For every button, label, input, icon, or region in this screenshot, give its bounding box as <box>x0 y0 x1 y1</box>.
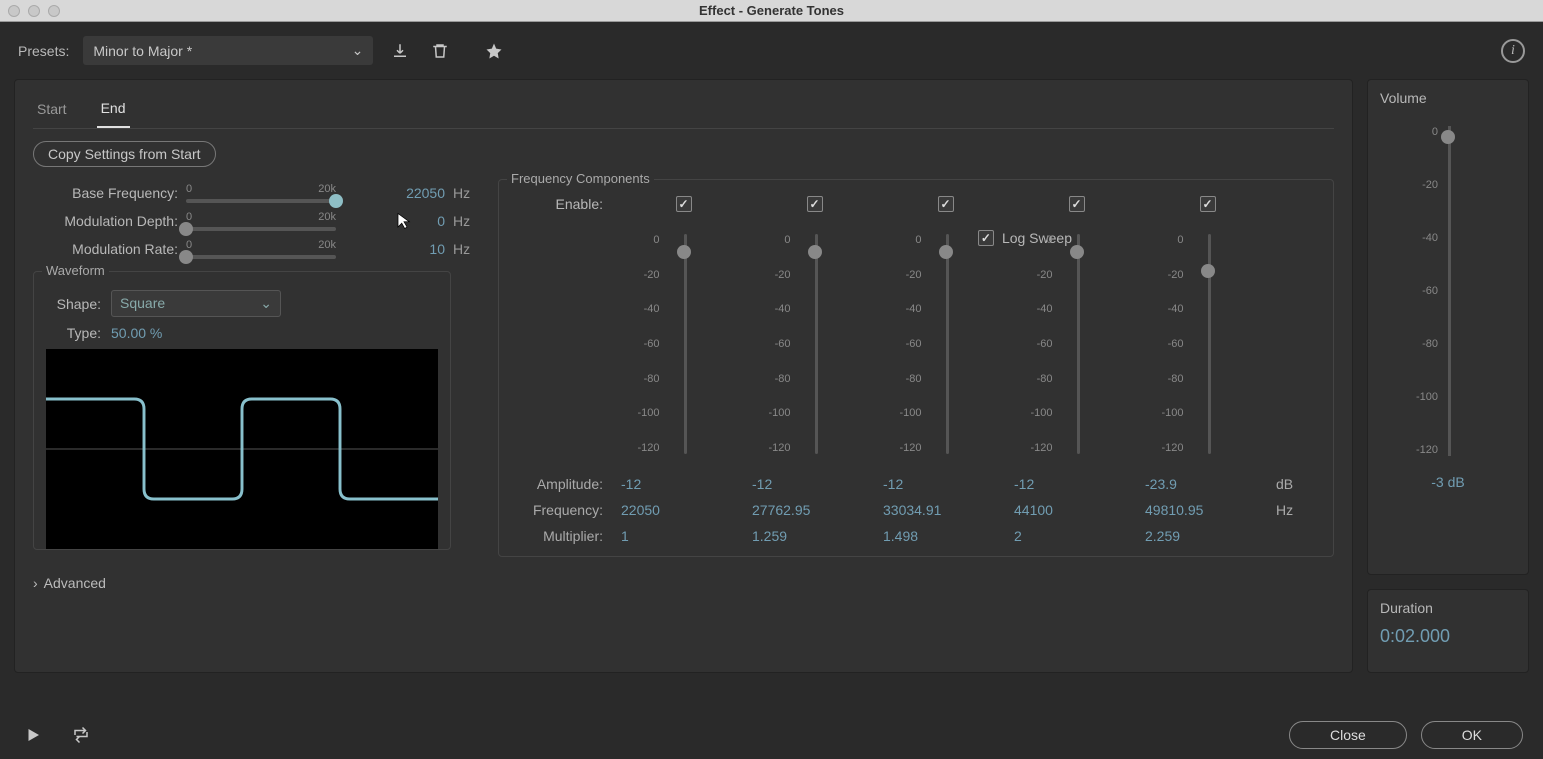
base-frequency-thumb[interactable] <box>329 194 343 208</box>
amplitude-slider-3[interactable]: 0-20-40-60-80-100-120 <box>926 224 966 464</box>
amplitude-label: Amplitude: <box>515 464 615 492</box>
close-window-icon[interactable] <box>8 5 20 17</box>
volume-thumb[interactable] <box>1441 130 1455 144</box>
modulation-depth-thumb[interactable] <box>179 222 193 236</box>
frequency-value-1[interactable]: 22050 <box>621 492 746 518</box>
frequency-value-3[interactable]: 33034.91 <box>883 492 1008 518</box>
save-preset-icon[interactable] <box>387 38 413 64</box>
close-button[interactable]: Close <box>1289 721 1407 749</box>
amplitude-value-3[interactable]: -12 <box>883 464 1008 492</box>
amplitude-value-2[interactable]: -12 <box>752 464 877 492</box>
preset-dropdown[interactable]: Minor to Major * ⌄ <box>83 36 373 65</box>
tab-start[interactable]: Start <box>33 95 71 127</box>
main-panel: Start End Copy Settings from Start Log S… <box>14 79 1353 673</box>
frequency-label: Frequency: <box>515 492 615 518</box>
modulation-rate-label: Modulation Rate: <box>33 241 178 257</box>
base-frequency-row: Base Frequency: 020k 22050 Hz <box>33 183 478 203</box>
multiplier-value-1[interactable]: 1 <box>621 518 746 544</box>
multiplier-value-2[interactable]: 1.259 <box>752 518 877 544</box>
multiplier-value-3[interactable]: 1.498 <box>883 518 1008 544</box>
amplitude-value-4[interactable]: -12 <box>1014 464 1139 492</box>
window-title: Effect - Generate Tones <box>699 3 844 18</box>
tab-end[interactable]: End <box>97 94 130 128</box>
frequency-components-title: Frequency Components <box>507 171 654 186</box>
duration-value[interactable]: 0:02.000 <box>1380 626 1516 647</box>
amplitude-thumb-4[interactable] <box>1070 245 1084 259</box>
volume-value[interactable]: -3 dB <box>1380 474 1516 490</box>
type-value[interactable]: 50.00 % <box>111 325 162 341</box>
waveform-group-title: Waveform <box>42 263 109 278</box>
chevron-down-icon: ⌄ <box>260 295 272 312</box>
base-frequency-slider[interactable] <box>186 199 336 203</box>
duration-label: Duration <box>1380 600 1516 616</box>
enable-checkbox-2[interactable] <box>807 196 823 212</box>
modulation-depth-label: Modulation Depth: <box>33 213 178 229</box>
copy-settings-button[interactable]: Copy Settings from Start <box>33 141 216 167</box>
modulation-rate-slider[interactable] <box>186 255 336 259</box>
type-label: Type: <box>46 325 101 341</box>
multiplier-label: Multiplier: <box>515 518 615 544</box>
frequency-value-2[interactable]: 27762.95 <box>752 492 877 518</box>
volume-panel: Volume 0-20-40-60-80-100-120 -3 dB <box>1367 79 1529 575</box>
amplitude-unit: dB <box>1276 464 1316 492</box>
chevron-right-icon: › <box>33 575 38 591</box>
base-frequency-value[interactable]: 22050 <box>390 185 445 201</box>
left-controls: Base Frequency: 020k 22050 Hz Modulation… <box>33 175 478 557</box>
enable-checkbox-1[interactable] <box>676 196 692 212</box>
enable-checkbox-4[interactable] <box>1069 196 1085 212</box>
presets-label: Presets: <box>18 43 69 59</box>
delete-preset-icon[interactable] <box>427 38 453 64</box>
shape-value: Square <box>120 295 165 312</box>
multiplier-value-4[interactable]: 2 <box>1014 518 1139 544</box>
modulation-rate-thumb[interactable] <box>179 250 193 264</box>
loop-icon[interactable] <box>68 722 94 748</box>
modulation-rate-row: Modulation Rate: 020k 10 Hz <box>33 239 478 259</box>
frequency-components-group: Frequency Components Enable: 0-20-40-60-… <box>498 179 1334 557</box>
footer: Close OK <box>0 711 1543 759</box>
zoom-window-icon[interactable] <box>48 5 60 17</box>
amplitude-thumb-5[interactable] <box>1201 264 1215 278</box>
modulation-depth-slider[interactable] <box>186 227 336 231</box>
amplitude-value-5[interactable]: -23.9 <box>1145 464 1270 492</box>
amplitude-slider-2[interactable]: 0-20-40-60-80-100-120 <box>795 224 835 464</box>
ok-button[interactable]: OK <box>1421 721 1523 749</box>
volume-slider[interactable]: 0-20-40-60-80-100-120 <box>1380 116 1516 466</box>
chevron-down-icon: ⌄ <box>352 42 364 59</box>
volume-label: Volume <box>1380 90 1516 106</box>
frequency-value-4[interactable]: 44100 <box>1014 492 1139 518</box>
play-icon[interactable] <box>20 722 46 748</box>
enable-checkbox-5[interactable] <box>1200 196 1216 212</box>
favorite-icon[interactable] <box>481 38 507 64</box>
window-titlebar: Effect - Generate Tones <box>0 0 1543 22</box>
advanced-toggle[interactable]: › Advanced <box>33 575 1334 591</box>
frequency-value-5[interactable]: 49810.95 <box>1145 492 1270 518</box>
presets-toolbar: Presets: Minor to Major * ⌄ i <box>0 22 1543 79</box>
modulation-depth-value[interactable]: 0 <box>390 213 445 229</box>
multiplier-value-5[interactable]: 2.259 <box>1145 518 1270 544</box>
amplitude-slider-4[interactable]: 0-20-40-60-80-100-120 <box>1057 224 1097 464</box>
amplitude-thumb-3[interactable] <box>939 245 953 259</box>
waveform-group: Waveform Shape: Square ⌄ Type: 50.00 % <box>33 271 451 550</box>
amplitude-thumb-1[interactable] <box>677 245 691 259</box>
modulation-rate-value[interactable]: 10 <box>390 241 445 257</box>
amplitude-thumb-2[interactable] <box>808 245 822 259</box>
amplitude-slider-1[interactable]: 0-20-40-60-80-100-120 <box>664 224 704 464</box>
enable-checkbox-3[interactable] <box>938 196 954 212</box>
amplitude-value-1[interactable]: -12 <box>621 464 746 492</box>
waveform-preview <box>46 349 438 549</box>
enable-label: Enable: <box>515 196 615 212</box>
modulation-depth-row: Modulation Depth: 020k 0 Hz <box>33 211 478 231</box>
info-icon[interactable]: i <box>1501 39 1525 63</box>
amplitude-slider-5[interactable]: 0-20-40-60-80-100-120 <box>1188 224 1228 464</box>
tab-bar: Start End <box>33 94 1334 129</box>
duration-panel: Duration 0:02.000 <box>1367 589 1529 673</box>
base-frequency-label: Base Frequency: <box>33 185 178 201</box>
shape-label: Shape: <box>46 296 101 312</box>
minimize-window-icon[interactable] <box>28 5 40 17</box>
shape-dropdown[interactable]: Square ⌄ <box>111 290 281 317</box>
preset-selected-value: Minor to Major * <box>93 43 192 59</box>
advanced-label: Advanced <box>44 575 106 591</box>
frequency-unit: Hz <box>1276 492 1316 518</box>
